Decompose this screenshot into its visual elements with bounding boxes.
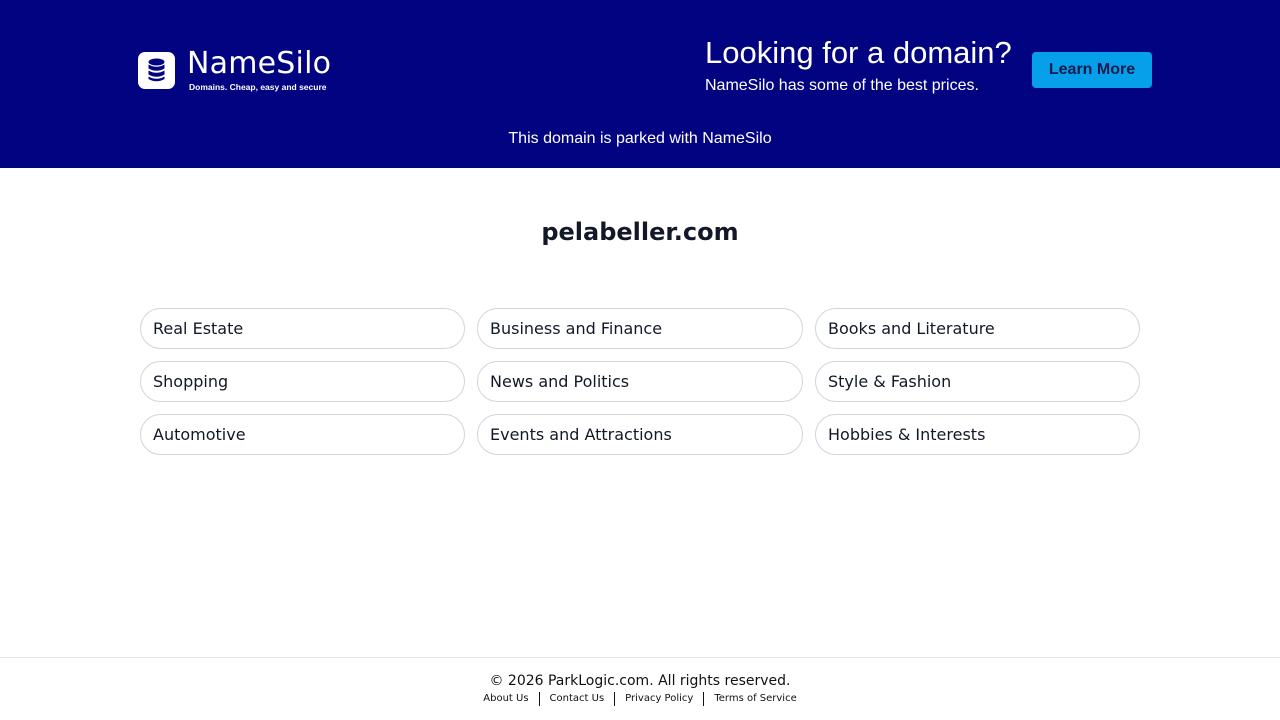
category-link-hobbies-and-interests[interactable]: Hobbies & Interests	[815, 414, 1140, 455]
database-icon	[138, 51, 175, 89]
promo-block: Looking for a domain? NameSilo has some …	[705, 34, 1015, 96]
footer-link-about-us[interactable]: About Us	[473, 692, 538, 706]
category-link-shopping[interactable]: Shopping	[140, 361, 465, 402]
parked-notice: This domain is parked with NameSilo	[508, 130, 772, 147]
page-footer: © 2026 ParkLogic.com. All rights reserve…	[0, 657, 1280, 720]
category-link-automotive[interactable]: Automotive	[140, 414, 465, 455]
footer-link-terms-of-service[interactable]: Terms of Service	[704, 692, 806, 706]
category-link-events-and-attractions[interactable]: Events and Attractions	[477, 414, 803, 455]
category-link-business-and-finance[interactable]: Business and Finance	[477, 308, 803, 349]
footer-links: About Us Contact Us Privacy Policy Terms…	[0, 692, 1280, 706]
footer-link-contact-us[interactable]: Contact Us	[540, 692, 615, 706]
learn-more-button[interactable]: Learn More	[1032, 52, 1152, 88]
copyright-text: © 2026 ParkLogic.com. All rights reserve…	[489, 673, 791, 689]
footer-link-privacy-policy[interactable]: Privacy Policy	[615, 692, 703, 706]
promo-heading: Looking for a domain?	[705, 35, 1012, 70]
logo-tagline: Domains. Cheap, easy and secure	[189, 82, 327, 92]
namesilo-logo[interactable]: NameSilo Domains. Cheap, easy and secure	[138, 49, 331, 92]
domain-title: pelabeller.com	[541, 218, 739, 246]
category-link-books-and-literature[interactable]: Books and Literature	[815, 308, 1140, 349]
promo-subheading: NameSilo has some of the best prices.	[705, 77, 979, 94]
category-link-news-and-politics[interactable]: News and Politics	[477, 361, 803, 402]
logo-name: NameSilo	[187, 46, 332, 81]
category-link-real-estate[interactable]: Real Estate	[140, 308, 465, 349]
logo-text: NameSilo Domains. Cheap, easy and secure	[187, 49, 331, 92]
category-grid: Real Estate Business and Finance Books a…	[140, 308, 1140, 455]
top-banner: NameSilo Domains. Cheap, easy and secure…	[0, 0, 1280, 168]
category-link-style-and-fashion[interactable]: Style & Fashion	[815, 361, 1140, 402]
